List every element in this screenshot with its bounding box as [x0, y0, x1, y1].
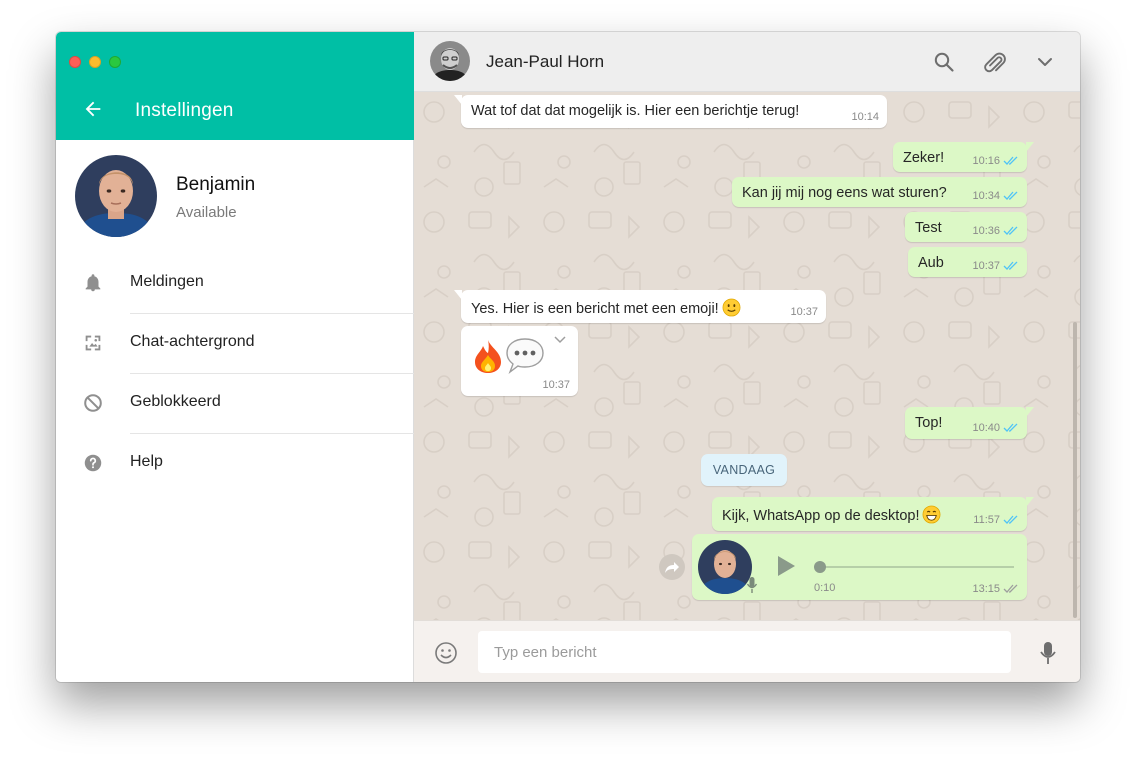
- delivered-ticks-icon: [1003, 584, 1018, 593]
- message-text: Test: [915, 220, 942, 236]
- message-time: 13:15: [972, 583, 1000, 595]
- menu-label-blocked: Geblokkeerd: [130, 393, 221, 410]
- message-text: Kijk, WhatsApp op de desktop!: [722, 505, 941, 524]
- voice-progress-track[interactable]: [820, 566, 1014, 568]
- message-time: 10:37: [790, 306, 818, 318]
- message-time: 10:37: [542, 379, 570, 391]
- message-outgoing[interactable]: Test 10:36: [905, 212, 1027, 242]
- zoom-window-button[interactable]: [109, 56, 121, 68]
- message-input[interactable]: [478, 631, 1011, 673]
- minimize-window-button[interactable]: [89, 56, 101, 68]
- chevron-down-icon[interactable]: [1033, 50, 1057, 74]
- menu-item-notifications[interactable]: Meldingen: [56, 253, 414, 313]
- message-time: 10:14: [851, 111, 879, 123]
- slightly-smiling-face-icon: [722, 298, 741, 317]
- microphone-icon[interactable]: [1038, 640, 1058, 666]
- voice-duration: 0:10: [814, 582, 836, 594]
- message-time: 11:57: [973, 514, 1000, 526]
- read-ticks-icon: [1003, 226, 1018, 235]
- message-incoming-emoji[interactable]: 10:37: [461, 326, 578, 396]
- message-text: Kan jij mij nog eens wat sturen?: [742, 185, 947, 201]
- message-incoming[interactable]: Yes. Hier is een bericht met een emoji! …: [454, 290, 826, 323]
- profile-status[interactable]: Available: [176, 204, 237, 221]
- menu-label-chat-wallpaper: Chat-achtergrond: [130, 333, 255, 350]
- message-text: Top!: [915, 415, 943, 431]
- voice-sender-avatar: [698, 540, 752, 594]
- message-time: 10:16: [972, 155, 1000, 167]
- message-outgoing-voice[interactable]: 0:10 13:15: [692, 534, 1027, 600]
- settings-title: Instellingen: [135, 100, 234, 121]
- forward-arrow-icon: [665, 562, 679, 573]
- app-window: Instellingen Benjamin Available Meldinge…: [56, 32, 1080, 682]
- back-arrow-icon[interactable]: [82, 98, 104, 120]
- wallpaper-icon: [85, 335, 101, 351]
- bell-icon: [85, 274, 101, 292]
- blocked-icon: [84, 394, 102, 412]
- message-outgoing[interactable]: Kijk, WhatsApp op de desktop! 11:57: [712, 497, 1034, 531]
- read-ticks-icon: [1003, 515, 1018, 524]
- read-ticks-icon: [1003, 191, 1018, 200]
- menu-label-help: Help: [130, 453, 163, 470]
- play-icon[interactable]: [775, 554, 797, 578]
- read-ticks-icon: [1003, 156, 1018, 165]
- speech-balloon-icon: [506, 338, 544, 374]
- settings-header: Instellingen: [56, 32, 414, 140]
- message-text: Zeker!: [903, 150, 945, 166]
- message-time: 10:34: [972, 190, 1000, 202]
- day-separator: VANDAAG: [701, 454, 787, 486]
- message-outgoing[interactable]: Kan jij mij nog eens wat sturen? 10:34: [732, 177, 1027, 207]
- emoji-picker-icon[interactable]: [434, 641, 458, 665]
- chat-scrollbar[interactable]: [1073, 322, 1077, 618]
- chat-panel: Jean-Paul Horn Wat tof dat dat mogelijk …: [414, 32, 1080, 682]
- message-text: Wat tof dat dat mogelijk is. Hier een be…: [471, 103, 800, 119]
- message-outgoing[interactable]: Zeker! 10:16: [893, 142, 1034, 172]
- microphone-badge-icon: [746, 577, 758, 593]
- contact-name[interactable]: Jean-Paul Horn: [486, 52, 604, 72]
- message-time: 10:37: [972, 260, 1000, 272]
- forward-button[interactable]: [659, 554, 685, 580]
- help-icon: [84, 454, 102, 472]
- read-ticks-icon: [1003, 423, 1018, 432]
- message-time: 10:40: [972, 422, 1000, 434]
- menu-item-help[interactable]: Help: [56, 433, 414, 493]
- message-outgoing[interactable]: Aub 10:37: [908, 247, 1027, 277]
- menu-item-blocked[interactable]: Geblokkeerd: [56, 373, 414, 433]
- message-text: Aub: [918, 255, 944, 271]
- settings-panel: Instellingen Benjamin Available Meldinge…: [56, 32, 414, 682]
- fire-icon: [475, 340, 501, 373]
- profile-avatar[interactable]: [75, 155, 157, 237]
- read-ticks-icon: [1003, 261, 1018, 270]
- profile-name[interactable]: Benjamin: [176, 174, 255, 196]
- message-outgoing[interactable]: Top! 10:40: [905, 407, 1034, 439]
- message-menu-chevron-icon[interactable]: [554, 336, 566, 344]
- message-time: 10:36: [972, 225, 1000, 237]
- close-window-button[interactable]: [69, 56, 81, 68]
- message-text: Yes. Hier is een bericht met een emoji!: [471, 298, 741, 317]
- contact-avatar[interactable]: [430, 41, 470, 81]
- menu-item-chat-wallpaper[interactable]: Chat-achtergrond: [56, 313, 414, 373]
- grinning-face-icon: [923, 505, 941, 524]
- message-composer: [414, 620, 1080, 682]
- message-incoming[interactable]: Wat tof dat dat mogelijk is. Hier een be…: [454, 95, 887, 128]
- menu-label-notifications: Meldingen: [130, 273, 204, 290]
- attach-icon[interactable]: [982, 50, 1006, 74]
- voice-progress-thumb[interactable]: [814, 561, 826, 573]
- search-icon[interactable]: [932, 50, 956, 74]
- chat-header: Jean-Paul Horn: [414, 32, 1080, 92]
